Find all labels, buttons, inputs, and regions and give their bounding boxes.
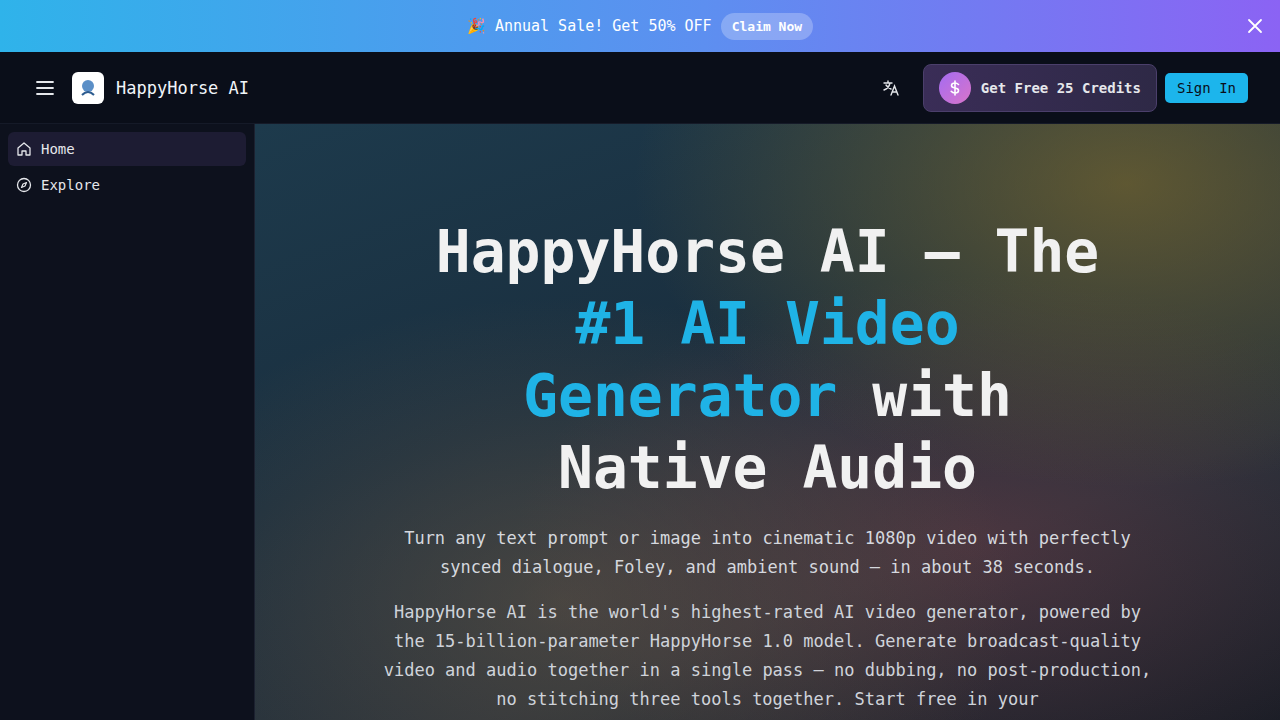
hero: HappyHorse AI — The #1 AI Video Generato… bbox=[255, 124, 1280, 720]
claim-button[interactable]: Claim Now bbox=[721, 13, 813, 40]
home-icon bbox=[16, 141, 32, 157]
header: HappyHorse AI Get Free 25 Credits Sign In bbox=[0, 52, 1280, 124]
menu-icon[interactable] bbox=[36, 80, 54, 96]
close-icon[interactable] bbox=[1247, 18, 1263, 34]
sale-banner: 🎉 Annual Sale! Get 50% OFF Claim Now bbox=[0, 0, 1280, 52]
hero-title: HappyHorse AI — The #1 AI Video Generato… bbox=[408, 216, 1128, 504]
hero-subtitle: Turn any text prompt or image into cinem… bbox=[378, 524, 1158, 582]
page: 🎉 Annual Sale! Get 50% OFF Claim Now Happy… bbox=[0, 0, 1280, 720]
sign-in-button[interactable]: Sign In bbox=[1165, 73, 1248, 103]
hero-description: HappyHorse AI is the world's highest-rat… bbox=[383, 598, 1153, 714]
logo-icon bbox=[72, 72, 104, 104]
sidebar-item[interactable]: Explore bbox=[8, 168, 246, 202]
sidebar: HomeExplore bbox=[0, 124, 255, 720]
dollar-icon bbox=[939, 72, 971, 104]
free-credits-button[interactable]: Get Free 25 Credits bbox=[923, 64, 1157, 112]
compass-icon bbox=[16, 177, 32, 193]
sidebar-item[interactable]: Home bbox=[8, 132, 246, 166]
translate-icon[interactable] bbox=[882, 79, 900, 97]
brand-name[interactable]: HappyHorse AI bbox=[116, 78, 249, 98]
banner-text: 🎉 Annual Sale! Get 50% OFF bbox=[467, 17, 712, 35]
